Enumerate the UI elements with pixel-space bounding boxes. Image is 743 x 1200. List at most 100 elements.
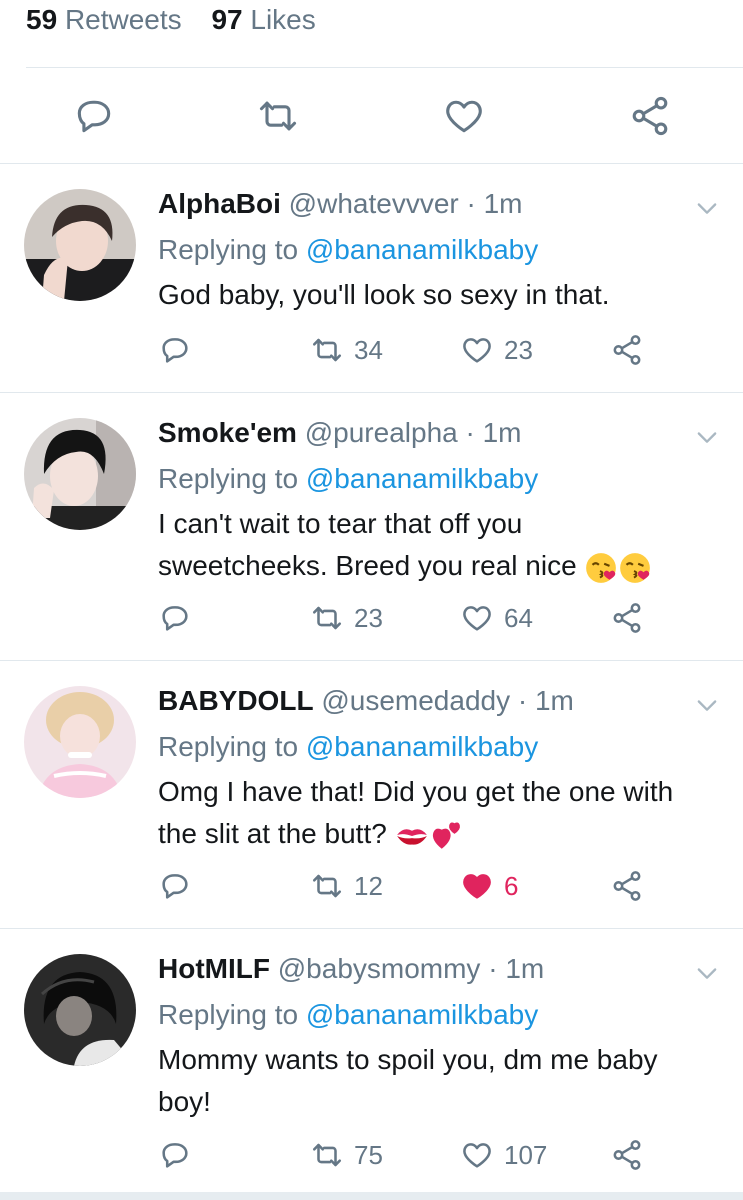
share-button[interactable]	[610, 598, 644, 638]
user-handle[interactable]: @whatevvver	[289, 188, 459, 219]
like-count: 23	[504, 334, 533, 365]
retweets-label[interactable]: Retweets	[65, 4, 182, 35]
retweet-button[interactable]: 75	[310, 1135, 383, 1175]
like-count: 6	[504, 870, 519, 901]
chevron-down-icon[interactable]	[693, 194, 721, 222]
timestamp[interactable]: · 1m	[467, 188, 523, 219]
retweet-button[interactable]: 12	[310, 866, 383, 906]
tweet-text: Omg I have that! Did you get the one wit…	[158, 771, 738, 855]
reply-tweet[interactable]: Smoke'em @purealpha · 1m Replying to @ba…	[0, 393, 743, 660]
tweet-text-line: boy!	[158, 1086, 211, 1117]
tweet-text-line: the slit at the butt?	[158, 818, 387, 849]
tweet-text-line: Omg I have that! Did you get the one wit…	[158, 776, 674, 807]
likes-count[interactable]: 97	[211, 4, 242, 35]
reply-tweet[interactable]: AlphaBoi @whatevvver · 1m Replying to @b…	[0, 164, 743, 392]
bottom-divider	[0, 1192, 743, 1200]
retweet-icon	[259, 101, 297, 131]
timestamp[interactable]: · 1m	[518, 685, 574, 716]
replying-label: Replying to	[158, 463, 299, 494]
tweet-text-line: I can't wait to tear that off you	[158, 508, 523, 539]
display-name[interactable]: BABYDOLL	[158, 685, 314, 716]
avatar[interactable]	[24, 189, 136, 301]
share-icon	[632, 96, 668, 136]
display-name[interactable]: AlphaBoi	[158, 188, 281, 219]
reply-button[interactable]	[70, 92, 118, 140]
chevron-down-icon[interactable]	[693, 423, 721, 451]
reply-icon	[162, 1143, 188, 1168]
reply-icon	[162, 874, 188, 899]
divider	[26, 67, 743, 68]
replying-label: Replying to	[158, 234, 299, 265]
retweet-icon	[312, 338, 342, 362]
replying-label: Replying to	[158, 999, 299, 1030]
replying-handle-link[interactable]: @bananamilkbaby	[306, 234, 538, 265]
like-button[interactable]	[440, 92, 488, 140]
share-button[interactable]	[610, 866, 644, 906]
share-button[interactable]	[610, 1135, 644, 1175]
display-name[interactable]: Smoke'em	[158, 417, 297, 448]
replying-handle-link[interactable]: @bananamilkbaby	[306, 731, 538, 762]
heart-icon	[463, 606, 491, 631]
replying-handle-link[interactable]: @bananamilkbaby	[306, 463, 538, 494]
replying-to: Replying to @bananamilkbaby	[158, 731, 538, 763]
like-button[interactable]: 6	[460, 866, 518, 906]
avatar[interactable]	[24, 686, 136, 798]
like-count: 64	[504, 602, 533, 633]
tweet-action-bar	[0, 92, 743, 142]
retweet-button[interactable]	[254, 92, 302, 140]
reply-icon	[77, 100, 111, 133]
timestamp[interactable]: · 1m	[488, 953, 544, 984]
share-button[interactable]	[626, 92, 674, 140]
likes-label[interactable]: Likes	[250, 4, 315, 35]
reply-button[interactable]	[158, 1135, 192, 1175]
display-name[interactable]: HotMILF	[158, 953, 270, 984]
heart-icon	[446, 100, 482, 133]
share-icon	[613, 871, 641, 901]
avatar[interactable]	[24, 954, 136, 1066]
retweet-button[interactable]: 34	[310, 330, 383, 370]
tweet-text-line: Mommy wants to spoil you, dm me baby	[158, 1044, 658, 1075]
user-handle[interactable]: @usemedaddy	[321, 685, 510, 716]
reply-tweet[interactable]: HotMILF @babysmommy · 1m Replying to @ba…	[0, 929, 743, 1191]
like-count: 107	[504, 1139, 548, 1170]
user-handle[interactable]: @babysmommy	[278, 953, 481, 984]
timestamp[interactable]: · 1m	[466, 417, 522, 448]
like-button[interactable]: 64	[460, 598, 533, 638]
heart-icon	[463, 1143, 491, 1168]
kissing-face-emoji-icon	[620, 552, 651, 583]
like-button[interactable]: 23	[460, 330, 533, 370]
replying-to: Replying to @bananamilkbaby	[158, 234, 538, 266]
share-icon	[613, 1140, 641, 1170]
retweet-icon	[312, 1143, 342, 1167]
avatar[interactable]	[24, 418, 136, 530]
retweet-count: 23	[354, 602, 383, 633]
two-hearts-emoji-icon	[432, 822, 460, 849]
replying-handle-link[interactable]: @bananamilkbaby	[306, 999, 538, 1030]
chevron-down-icon[interactable]	[693, 691, 721, 719]
like-button[interactable]: 107	[460, 1135, 547, 1175]
share-button[interactable]	[610, 330, 644, 370]
retweet-icon	[312, 606, 342, 630]
reply-actions: 34 23	[0, 330, 743, 370]
reply-tweet[interactable]: BABYDOLL @usemedaddy · 1m Replying to @b…	[0, 661, 743, 928]
tweet-text: I can't wait to tear that off you sweetc…	[158, 503, 738, 587]
reply-icon	[162, 606, 188, 631]
retweet-count: 12	[354, 870, 383, 901]
heart-icon	[463, 338, 491, 363]
reply-actions: 12 6	[0, 866, 743, 906]
retweet-count: 34	[354, 334, 383, 365]
chevron-down-icon[interactable]	[693, 959, 721, 987]
retweets-count[interactable]: 59	[26, 4, 57, 35]
reply-button[interactable]	[158, 866, 192, 906]
replying-to: Replying to @bananamilkbaby	[158, 999, 538, 1031]
user-handle[interactable]: @purealpha	[305, 417, 458, 448]
share-icon	[613, 335, 641, 365]
replying-label: Replying to	[158, 731, 299, 762]
reply-button[interactable]	[158, 330, 192, 370]
retweet-count: 75	[354, 1139, 383, 1170]
replying-to: Replying to @bananamilkbaby	[158, 463, 538, 495]
reply-button[interactable]	[158, 598, 192, 638]
retweet-icon	[312, 874, 342, 898]
tweet-text: God baby, you'll look so sexy in that.	[158, 274, 728, 316]
retweet-button[interactable]: 23	[310, 598, 383, 638]
